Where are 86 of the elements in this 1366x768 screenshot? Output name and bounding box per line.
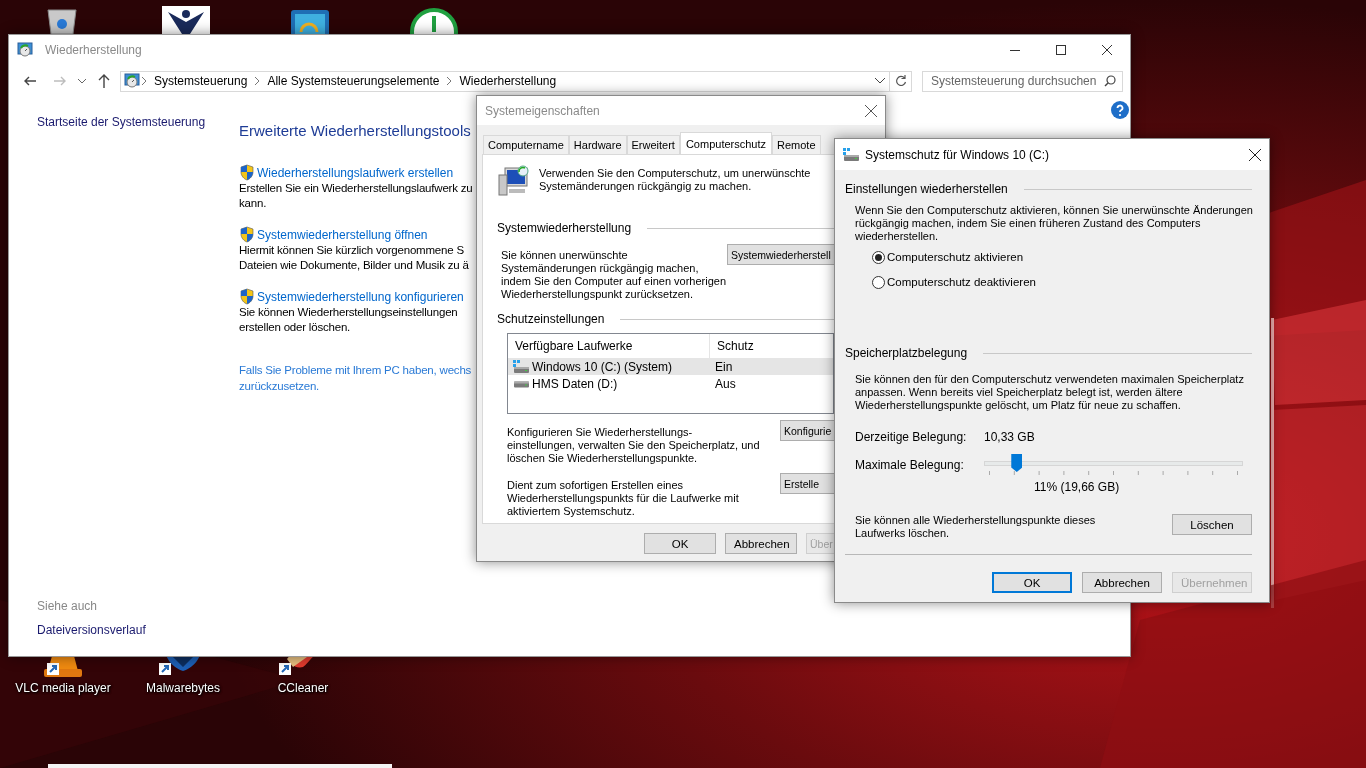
- group-label: Schutzeinstellungen: [497, 312, 605, 326]
- chevron-down-icon[interactable]: [78, 78, 86, 84]
- help-link[interactable]: Falls Sie Probleme mit Ihrem PC haben, wechs zurückzusetzen.: [239, 362, 473, 394]
- restore-text: Sie können unerwünschte Systemänderungen rückgängig machen, indem Sie den Computer auf einen vorherigen Wiederherstellungspunkt zurücksetzen.: [501, 249, 727, 301]
- chevron-right-icon[interactable]: [445, 77, 454, 85]
- chevron-down-icon[interactable]: [875, 78, 885, 84]
- sidebar-link[interactable]: Startseite der Systemsteuerung: [37, 115, 239, 129]
- up-arrow-icon[interactable]: [97, 73, 111, 89]
- dialog-title: Systemschutz für Windows 10 (C:): [865, 147, 1050, 162]
- dialog-title: Systemeigenschaften: [485, 103, 600, 118]
- drive-row[interactable]: Windows 10 (C:) (System) Ein: [508, 358, 833, 375]
- address-bar[interactable]: Systemsteuerung Alle Systemsteuerungselemente Wiederherstellung: [120, 70, 890, 92]
- group-label: Speicherplatzbelegung: [845, 346, 968, 360]
- refresh-icon[interactable]: [894, 75, 907, 87]
- field-label: Derzeitige Belegung:: [855, 430, 968, 444]
- shield-icon: [239, 226, 255, 243]
- task-description: Erstellen Sie ein Wiederherstellungslaufwerk zu kann.: [239, 181, 473, 211]
- shield-icon: [239, 164, 255, 181]
- drive-name: HMS Daten (D:): [532, 376, 618, 391]
- slider-thumb[interactable]: [1011, 454, 1023, 472]
- desktop-icon-label[interactable]: CCleaner: [277, 681, 329, 695]
- task-description: Hiermit können Sie kürzlich vorgenommene S Dateien wie Dokumente, Bilder und Musik zu ä: [239, 243, 470, 273]
- configure-text: Konfigurieren Sie Wiederherstellungs- einstellungen, verwalten Sie den Speicherplatz, und löschen Sie Wiederherstellungspunkte.: [507, 426, 761, 465]
- drive-icon: [513, 359, 529, 374]
- group-label: Einstellungen wiederherstellen: [845, 182, 1008, 196]
- search-field[interactable]: Systemsteuerung durchsuchen: [922, 70, 1123, 92]
- drive-name: Windows 10 (C:) (System): [532, 359, 673, 374]
- field-label: Maximale Belegung:: [855, 458, 965, 472]
- chevron-right-icon[interactable]: [253, 77, 262, 85]
- radio-label[interactable]: Computerschutz aktivieren: [887, 251, 1024, 263]
- delete-text: Sie können alle Wiederherstellungspunkte dieses Laufwerks löschen.: [855, 514, 1096, 540]
- dialog-button[interactable]: OK: [644, 533, 716, 554]
- maximize-icon[interactable]: [1056, 45, 1066, 55]
- create-text: Dient zum sofortigen Erstellen eines Wiederherstellungspunkts für die Laufwerke mit aktiviertem Systemschutz.: [507, 479, 740, 518]
- task-link[interactable]: Systemwiederherstellung öffnen: [257, 227, 428, 242]
- delete-button[interactable]: Löschen: [1172, 514, 1252, 535]
- dialog-button[interactable]: Abbrechen: [725, 533, 797, 554]
- computer-icon: [497, 165, 531, 197]
- desktop-icon-label[interactable]: VLC media player: [15, 681, 111, 695]
- restore-button[interactable]: Systemwiederherstell: [727, 244, 834, 265]
- tab[interactable]: Hardware: [568, 135, 627, 154]
- configure-button[interactable]: Konfigurie: [780, 420, 834, 441]
- column-header[interactable]: Schutz: [710, 339, 754, 353]
- task-link[interactable]: Systemwiederherstellung konfigurieren: [257, 289, 464, 304]
- help-icon[interactable]: [1111, 101, 1129, 119]
- group-label: Systemwiederherstellung: [497, 221, 632, 235]
- protection-status: Aus: [714, 376, 736, 391]
- recycle-bin-icon: [44, 6, 80, 34]
- recovery-icon: [17, 42, 33, 58]
- radio-button[interactable]: [872, 275, 885, 289]
- protection-status: Ein: [714, 359, 733, 374]
- tab[interactable]: Remote: [772, 135, 821, 154]
- usage-text: Sie können den für den Computerschutz verwendeten maximalen Speicherplatz anpassen. Wenn bereits viel Speicherplatz belegt ist, werden ältere Wiederherstellungspunkte gelöscht, um Platz für neue zu schaffen.: [855, 373, 1245, 412]
- close-icon[interactable]: [865, 104, 877, 117]
- radio-label[interactable]: Computerschutz deaktivieren: [887, 276, 1036, 288]
- drive-row[interactable]: HMS Daten (D:) Aus: [508, 375, 833, 392]
- usage-value: 10,33 GB: [984, 430, 1036, 444]
- task-description: Sie können Wiederherstellungseinstellungen erstellen oder löschen.: [239, 305, 459, 335]
- task-link[interactable]: Wiederherstellungslaufwerk erstellen: [257, 165, 454, 180]
- minimize-icon[interactable]: [1010, 49, 1020, 51]
- close-icon[interactable]: [1249, 148, 1261, 161]
- chevron-right-icon[interactable]: [140, 77, 148, 85]
- tab[interactable]: Computerschutz: [679, 132, 772, 154]
- create-button[interactable]: Erstelle: [780, 473, 834, 494]
- shield-icon: [239, 288, 255, 305]
- intro-text: Verwenden Sie den Computerschutz, um unerwünschte Systemänderungen rückgängig zu machen.: [539, 167, 811, 193]
- radio-button[interactable]: [872, 250, 885, 264]
- page-heading: Erweiterte Wiederherstellungstools: [239, 122, 472, 139]
- search-icon[interactable]: [1104, 75, 1116, 87]
- tab[interactable]: Erweitert: [626, 135, 680, 154]
- breadcrumb[interactable]: Alle Systemsteuerungselemente: [261, 74, 446, 88]
- breadcrumb[interactable]: Wiederherstellung: [453, 74, 563, 88]
- recovery-icon: [124, 73, 140, 89]
- section-label: Siehe auch: [37, 599, 99, 613]
- breadcrumb[interactable]: Systemsteuerung: [148, 74, 254, 88]
- slider-reading: 11% (19,66 GB): [1034, 480, 1121, 494]
- desktop-icon-label[interactable]: Malwarebytes: [146, 681, 220, 695]
- window-title: Wiederherstellung: [45, 43, 142, 57]
- dialog-button[interactable]: Abbrechen: [1082, 572, 1162, 593]
- drive-icon: [843, 147, 859, 162]
- sidebar-link[interactable]: Dateiversionsverlauf: [37, 623, 239, 637]
- close-icon[interactable]: [1102, 45, 1112, 55]
- drive-icon: [513, 380, 529, 388]
- dialog-button[interactable]: OK: [992, 572, 1072, 593]
- restore-text: Wenn Sie den Computerschutz aktivieren, können Sie unerwünschte Änderungen rückgängig machen, indem Sie einen früheren Zustand des Computers wiederherstellen.: [855, 204, 1252, 243]
- tab[interactable]: Computername: [483, 135, 569, 154]
